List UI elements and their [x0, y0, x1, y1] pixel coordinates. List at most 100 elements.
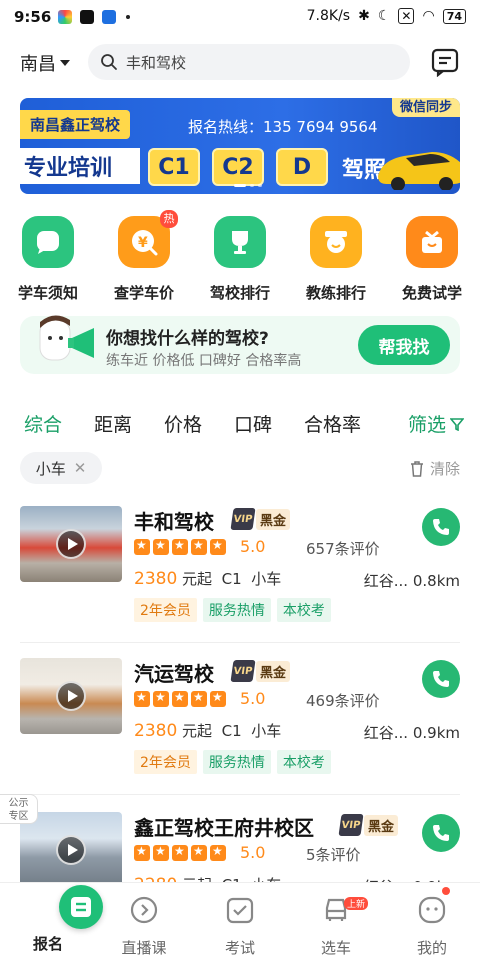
net-speed: 7.8K/s — [306, 8, 351, 24]
rating-score: 5.0 — [240, 843, 266, 862]
school-video-thumbnail[interactable] — [20, 658, 122, 734]
sort-tab-price[interactable]: 价格 — [164, 410, 202, 437]
city-selector[interactable]: 南昌 — [20, 50, 70, 76]
banner-wechat: 微信同步 — [391, 98, 460, 117]
location: 红谷... — [363, 724, 409, 742]
rating-stars — [134, 844, 226, 861]
message-icon[interactable] — [430, 47, 460, 77]
signup-icon — [33, 885, 103, 929]
dropdown-arrow-icon — [60, 60, 70, 66]
school-tags: 2年会员 服务热情 本校考 — [134, 750, 331, 774]
filter-button[interactable]: 筛选 — [408, 410, 464, 437]
chip-label: 小车 — [35, 459, 66, 478]
sort-tab-distance[interactable]: 距离 — [94, 410, 132, 437]
sort-tabs: 综合 距离 价格 口碑 合格率 筛选 — [24, 410, 464, 436]
school-video-thumbnail[interactable] — [20, 506, 122, 582]
help-find-button[interactable]: 帮我找 — [358, 325, 450, 365]
school-card[interactable]: 汽运驾校 VIP 黑金 5.0 469条评价 2380 元起 C1 小车 红谷.… — [20, 658, 460, 798]
new-badge: 上新 — [344, 897, 369, 910]
coach-icon — [310, 216, 362, 268]
banner-school: 南昌鑫正驾校 — [20, 110, 131, 139]
quick-item-study-notice[interactable]: 学车须知 — [8, 216, 88, 303]
distance: 0.8km — [412, 572, 460, 590]
chat-bubble-icon — [22, 216, 74, 268]
school-card[interactable]: 丰和驾校 VIP 黑金 5.0 657条评价 2380 元起 C1 小车 红谷.… — [20, 506, 460, 646]
price-row: 2380 元起 C1 小车 — [134, 720, 281, 741]
quick-item-label: 查学车价 — [113, 284, 174, 302]
price-value: 2380 — [134, 569, 178, 589]
sort-tab-pass-rate[interactable]: 合格率 — [304, 410, 361, 437]
sort-tab-overall[interactable]: 综合 — [24, 410, 62, 437]
filter-label: 筛选 — [407, 414, 446, 436]
trash-icon — [410, 460, 423, 477]
vip-icon: VIP — [338, 814, 364, 836]
star-icon — [191, 844, 207, 861]
license-type: C1 — [221, 722, 242, 740]
divider — [20, 794, 460, 795]
school-name: 鑫正驾校王府井校区 — [134, 816, 314, 840]
quick-item-label: 教练排行 — [305, 284, 366, 302]
review-count: 657条评价 — [306, 540, 380, 558]
star-icon — [134, 538, 150, 555]
banner-training: 专业培训 — [20, 148, 140, 184]
promo-banner[interactable]: 南昌鑫正驾校 报名热线：135 7694 9564 微信同步 专业培训 C1 C… — [20, 98, 460, 194]
help-question: 你想找什么样的驾校? — [106, 329, 269, 349]
bluetooth-icon: ✱ — [358, 8, 370, 24]
tab-choose-car[interactable]: 上新 选车 — [288, 883, 384, 958]
call-button[interactable] — [422, 814, 460, 852]
school-video-thumbnail[interactable] — [20, 812, 122, 888]
star-icon — [134, 844, 150, 861]
tab-mine[interactable]: 我的 — [384, 883, 480, 958]
rating-score: 5.0 — [240, 689, 266, 708]
profile-face-icon — [418, 896, 446, 924]
filter-chip-small-car[interactable]: 小车 ✕ — [20, 452, 102, 484]
quick-item-price[interactable]: ¥ 热 查学车价 — [104, 210, 184, 303]
tab-signup[interactable]: 报名 — [0, 883, 103, 954]
tag: 服务热情 — [202, 750, 271, 774]
quick-item-label: 免费试学 — [401, 284, 462, 302]
car-icon — [378, 152, 460, 190]
license-type: C1 — [221, 570, 242, 588]
mascot-megaphone-icon — [39, 315, 94, 361]
help-find-card[interactable]: 你想找什么样的驾校? 练车近 价格低 口碑好 合格率高 帮我找 — [20, 315, 460, 374]
vip-level: 黑金 — [256, 508, 291, 530]
close-icon[interactable]: ✕ — [74, 459, 87, 477]
sort-tab-reputation[interactable]: 口碑 — [234, 410, 272, 437]
location-distance: 红谷... 0.9km — [364, 722, 460, 743]
star-icon — [210, 538, 226, 555]
rating-stars — [134, 538, 226, 555]
tab-label: 考试 — [224, 939, 255, 957]
review-count: 469条评价 — [306, 692, 380, 710]
star-icon — [134, 690, 150, 707]
gift-icon — [406, 216, 458, 268]
school-name: 丰和驾校 — [134, 510, 214, 534]
banner-indicator — [234, 184, 262, 187]
quick-item-free-trial[interactable]: 免费试学 — [392, 216, 472, 303]
star-icon — [172, 690, 188, 707]
quick-item-school-rank[interactable]: 驾校排行 — [200, 216, 280, 303]
hot-badge: 热 — [160, 210, 178, 228]
quick-item-coach-rank[interactable]: 教练排行 — [296, 216, 376, 303]
play-icon[interactable] — [56, 529, 86, 559]
quick-item-label: 学车须知 — [17, 284, 78, 302]
notice-line-1: 公示 — [8, 798, 29, 809]
clear-filters-button[interactable]: 清除 — [410, 458, 460, 479]
tab-label: 选车 — [320, 939, 351, 957]
search-bar[interactable]: 丰和驾校 — [88, 44, 410, 80]
call-button[interactable] — [422, 508, 460, 546]
quick-item-label: 驾校排行 — [209, 284, 270, 302]
school-tags: 2年会员 服务热情 本校考 — [134, 598, 331, 622]
tab-exam[interactable]: 考试 — [192, 883, 288, 958]
play-icon[interactable] — [56, 835, 86, 865]
tab-live[interactable]: 直播课 — [96, 883, 192, 958]
play-icon[interactable] — [56, 681, 86, 711]
call-button[interactable] — [422, 660, 460, 698]
star-icon — [153, 844, 169, 861]
school-name: 汽运驾校 — [134, 662, 214, 686]
price-value: 2380 — [134, 721, 178, 741]
star-icon — [191, 690, 207, 707]
app-notification-icon — [102, 10, 116, 24]
more-dot-icon — [126, 15, 130, 19]
tab-label: 直播课 — [121, 939, 167, 957]
public-notice-tab[interactable]: 公示 专区 — [0, 794, 38, 824]
